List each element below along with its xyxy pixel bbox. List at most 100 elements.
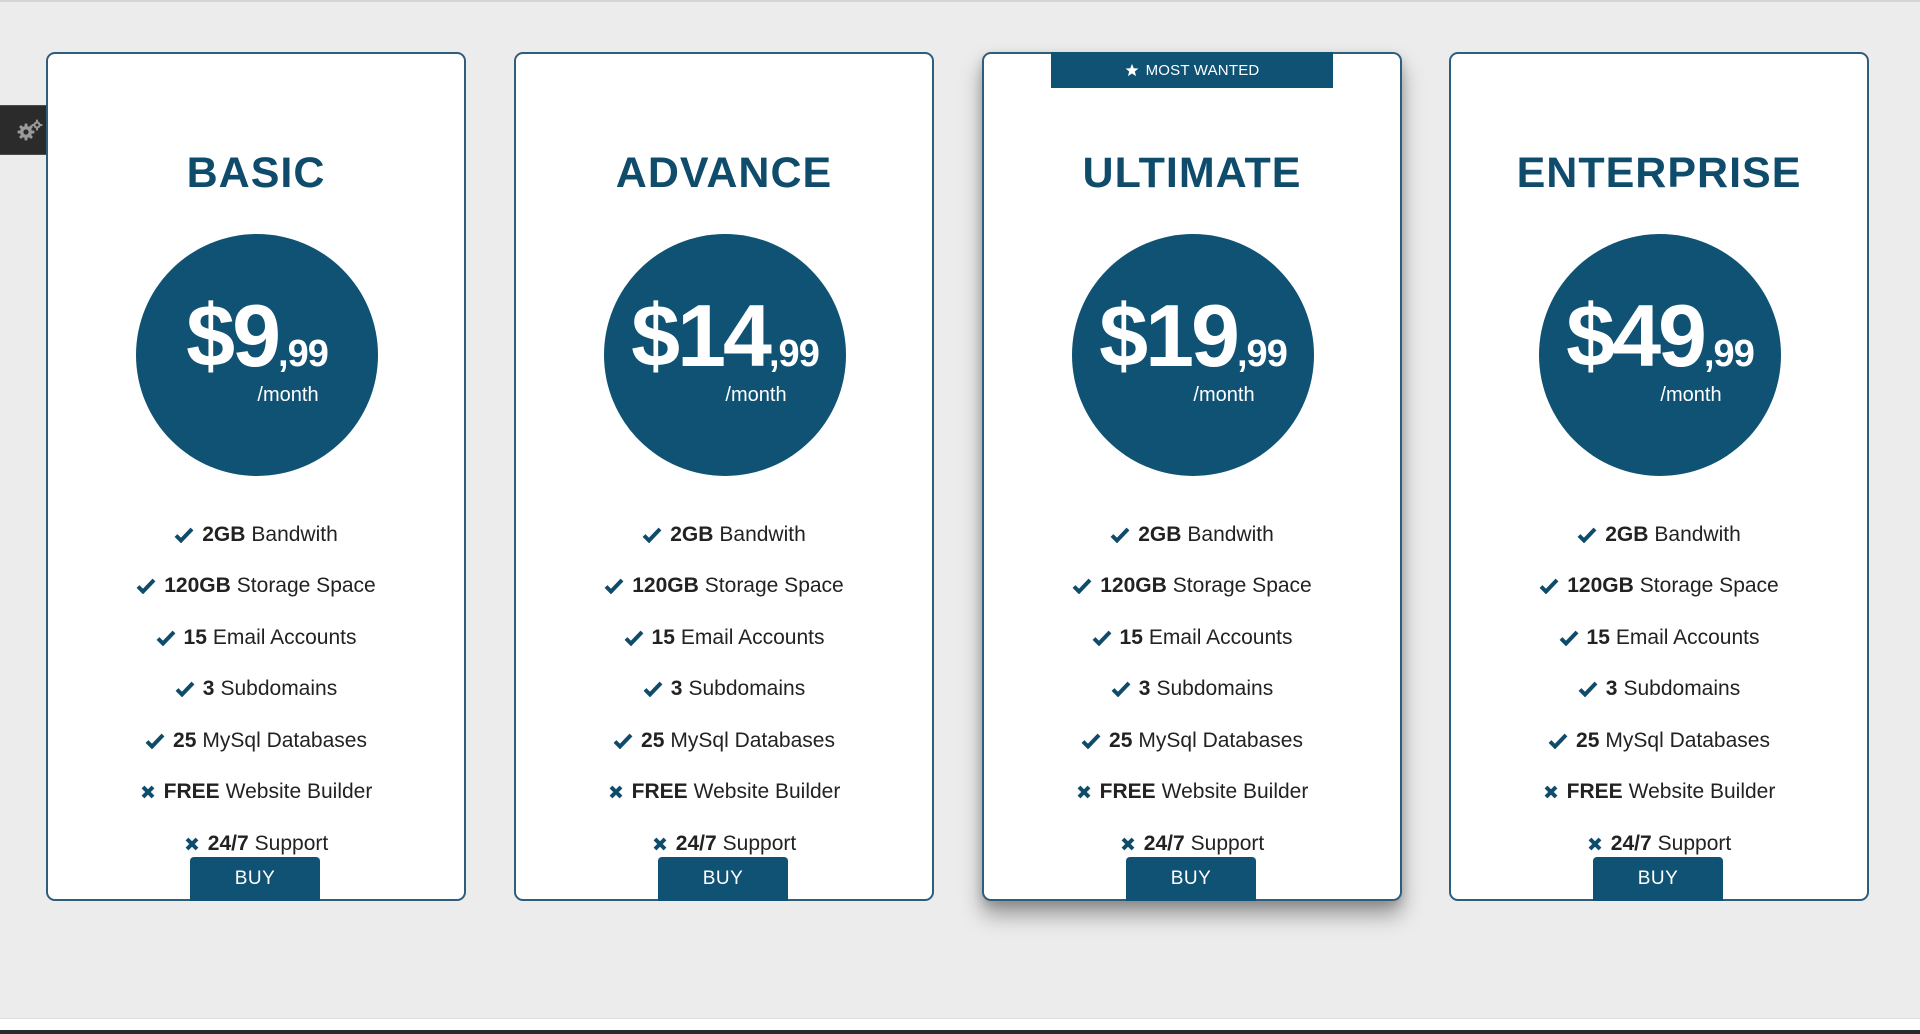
price-circle: $14,99 /month — [604, 234, 846, 476]
feature-label: Bandwith — [251, 522, 338, 546]
check-icon — [1548, 733, 1568, 749]
feature-item: 25 MySql Databases — [516, 715, 932, 767]
feature-item: 15 Email Accounts — [516, 612, 932, 664]
feature-label: Support — [722, 831, 797, 855]
feature-label: Email Accounts — [1148, 625, 1293, 649]
feature-label: MySql Databases — [1138, 728, 1303, 752]
feature-item: 3 Subdomains — [1451, 664, 1867, 716]
feature-value: 120GB — [632, 574, 699, 598]
feature-list: 2GB Bandwith 120GB Storage Space 15 Email A… — [48, 509, 464, 870]
check-icon — [1539, 578, 1559, 595]
price-period: /month — [725, 384, 787, 406]
cross-icon — [1120, 836, 1136, 852]
feature-item: 2GB Bandwith — [516, 509, 932, 561]
feature-item: 25 MySql Databases — [984, 715, 1400, 767]
feature-value: 24/7 — [1610, 831, 1652, 855]
feature-value: 15 — [183, 625, 207, 649]
feature-item: 2GB Bandwith — [984, 509, 1400, 561]
pricing-card-basic: BASIC $9,99 /month 2GB Bandwith 120GB Stor… — [46, 52, 466, 901]
feature-value: 120GB — [164, 574, 231, 598]
feature-item: 25 MySql Databases — [1451, 715, 1867, 767]
feature-value: 3 — [1138, 677, 1151, 701]
check-icon — [1111, 681, 1131, 698]
feature-label: Bandwith — [1654, 522, 1741, 546]
price-period: /month — [1660, 384, 1722, 406]
check-icon — [1559, 630, 1579, 646]
price: $14,99 — [604, 292, 846, 380]
feature-item: 15 Email Accounts — [1451, 612, 1867, 664]
check-icon — [156, 630, 176, 646]
feature-item: FREE Website Builder — [516, 767, 932, 819]
price-cents: ,99 — [278, 333, 329, 375]
buy-button[interactable]: BUY — [658, 857, 788, 901]
feature-label: Bandwith — [719, 522, 806, 546]
check-icon — [642, 527, 662, 543]
feature-item: 120GB Storage Space — [516, 561, 932, 613]
top-border — [0, 0, 1920, 2]
feature-item: FREE Website Builder — [1451, 767, 1867, 819]
price-circle: $49,99 /month — [1539, 234, 1781, 476]
cross-icon — [652, 836, 668, 852]
feature-label: Subdomains — [220, 677, 338, 701]
pricing-card-advance: ADVANCE $14,99 /month 2GB Bandwith 120GB S… — [514, 52, 934, 901]
feature-label: Storage Space — [704, 574, 844, 598]
plan-name: ULTIMATE — [1082, 149, 1302, 197]
feature-item: 3 Subdomains — [516, 664, 932, 716]
feature-value: FREE — [631, 780, 688, 804]
buy-button[interactable]: BUY — [1126, 857, 1256, 901]
cross-icon — [608, 784, 624, 800]
feature-value: 25 — [641, 728, 665, 752]
price-cents: ,99 — [1704, 333, 1755, 375]
feature-label: MySql Databases — [1605, 728, 1770, 752]
price: $19,99 — [1072, 292, 1314, 380]
feature-value: 25 — [173, 728, 197, 752]
pricing-card-enterprise: ENTERPRISE $49,99 /month 2GB Bandwith 120… — [1449, 52, 1869, 901]
plan-name: ENTERPRISE — [1516, 149, 1802, 197]
price-cents: ,99 — [1237, 333, 1288, 375]
feature-item: 2GB Bandwith — [1451, 509, 1867, 561]
check-icon — [1577, 527, 1597, 543]
feature-list: 2GB Bandwith 120GB Storage Space 15 Email A… — [984, 509, 1400, 870]
price: $49,99 — [1539, 292, 1781, 380]
price-cents: ,99 — [769, 333, 820, 375]
cross-icon — [1543, 784, 1559, 800]
cross-icon — [140, 784, 156, 800]
feature-label: Email Accounts — [680, 625, 825, 649]
plan-name: BASIC — [186, 149, 326, 197]
feature-value: 120GB — [1100, 574, 1167, 598]
bottom-bar — [0, 1018, 1920, 1034]
buy-button[interactable]: BUY — [1593, 857, 1723, 901]
feature-label: Website Builder — [225, 780, 373, 804]
feature-value: FREE — [1099, 780, 1156, 804]
feature-value: 24/7 — [1143, 831, 1185, 855]
feature-value: 15 — [1586, 625, 1610, 649]
feature-value: FREE — [1566, 780, 1623, 804]
pricing-card-ultimate: MOST WANTED ULTIMATE $19,99 /month 2GB Ba… — [982, 52, 1402, 901]
feature-item: 15 Email Accounts — [48, 612, 464, 664]
cross-icon — [184, 836, 200, 852]
feature-item: 120GB Storage Space — [48, 561, 464, 613]
feature-label: Storage Space — [1639, 574, 1779, 598]
feature-value: 2GB — [202, 522, 246, 546]
feature-label: Website Builder — [1628, 780, 1776, 804]
price-circle: $19,99 /month — [1072, 234, 1314, 476]
feature-value: 3 — [202, 677, 215, 701]
feature-value: 120GB — [1567, 574, 1634, 598]
check-icon — [604, 578, 624, 595]
check-icon — [174, 527, 194, 543]
feature-label: MySql Databases — [202, 728, 367, 752]
feature-value: 3 — [1605, 677, 1618, 701]
check-icon — [175, 681, 195, 698]
feature-label: Support — [254, 831, 329, 855]
check-icon — [136, 578, 156, 595]
most-wanted-badge: MOST WANTED — [1051, 52, 1333, 88]
price-period: /month — [257, 384, 319, 406]
feature-list: 2GB Bandwith 120GB Storage Space 15 Email A… — [1451, 509, 1867, 870]
buy-button[interactable]: BUY — [190, 857, 320, 901]
feature-list: 2GB Bandwith 120GB Storage Space 15 Email A… — [516, 509, 932, 870]
feature-label: Website Builder — [1161, 780, 1309, 804]
cross-icon — [1076, 784, 1092, 800]
feature-item: 3 Subdomains — [984, 664, 1400, 716]
feature-label: Website Builder — [693, 780, 841, 804]
feature-label: Storage Space — [236, 574, 376, 598]
